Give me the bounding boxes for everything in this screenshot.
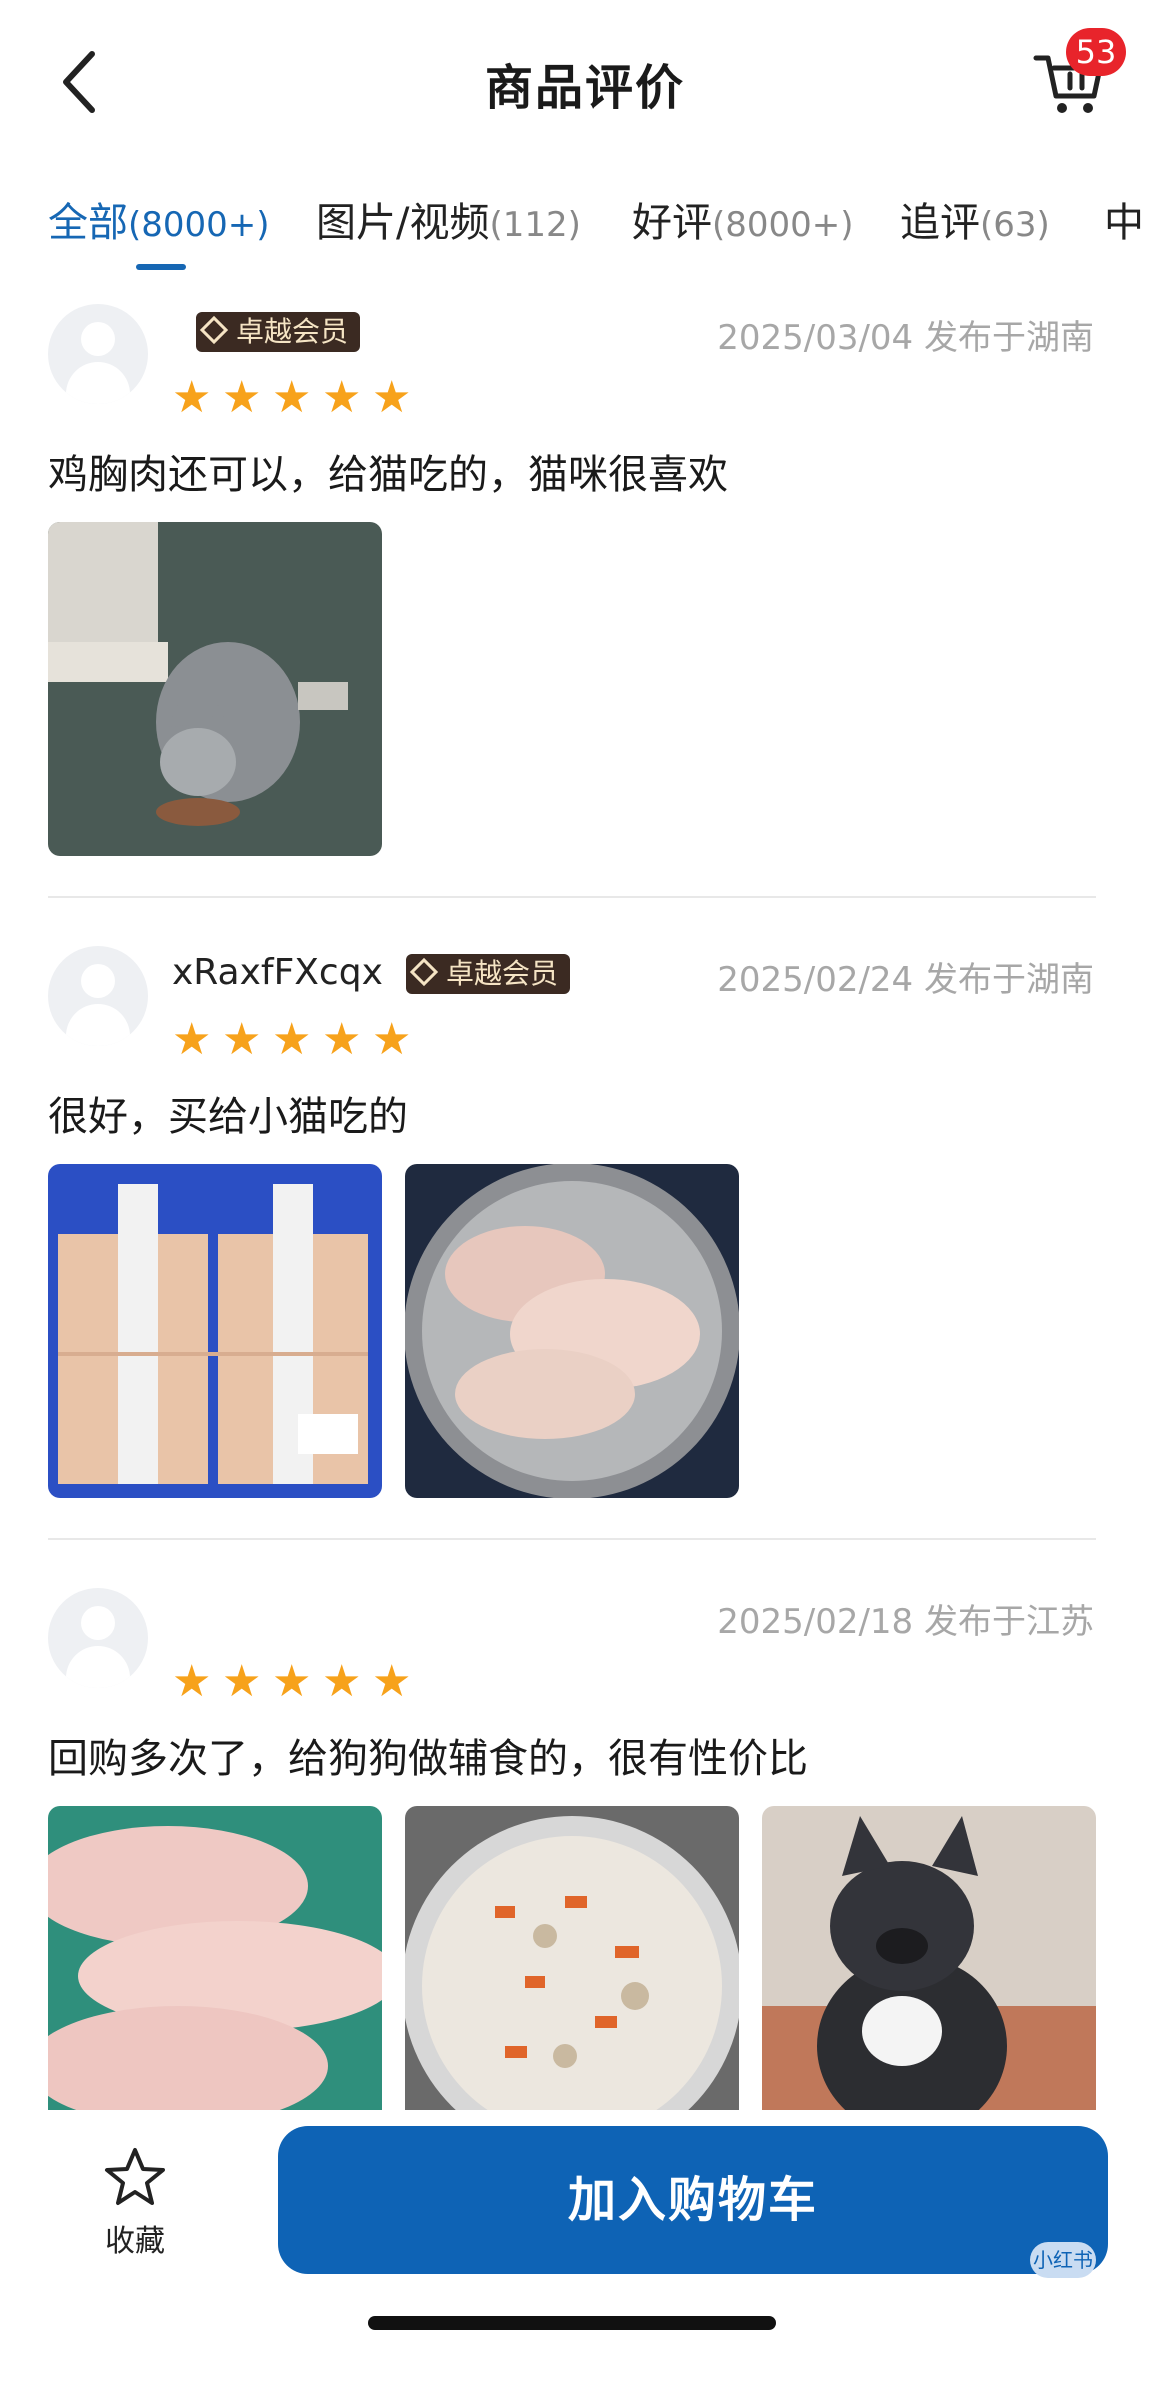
star-icon: ★ — [372, 372, 412, 423]
tab-label: 好评 — [632, 200, 712, 246]
review-date-location: 2025/02/24 发布于湖南 — [717, 960, 1094, 1000]
tab-label: 图片/视频 — [316, 200, 490, 246]
raw-chicken-slices-photo[interactable] — [48, 1806, 382, 2140]
review-date-location: 2025/03/04 发布于湖南 — [717, 318, 1094, 358]
french-bulldog-photo[interactable] — [762, 1806, 1096, 2140]
star-icon: ★ — [322, 1014, 362, 1065]
packaged-chicken-breast-photo[interactable] — [48, 1164, 382, 1498]
star-icon: ★ — [172, 1014, 212, 1065]
review-date-location: 2025/02/18 发布于江苏 — [717, 1602, 1094, 1642]
tab-count: (8000+) — [712, 205, 854, 245]
tab-all[interactable]: 全部(8000+) — [48, 190, 270, 248]
star-icon: ★ — [272, 1014, 312, 1065]
avatar[interactable] — [48, 304, 148, 404]
star-icon: ★ — [222, 1656, 262, 1707]
username: xRaxfFXcqx — [172, 952, 383, 993]
review-text: 鸡胸肉还可以，给猫吃的，猫咪很喜欢 — [48, 452, 728, 498]
tab-count: (63) — [980, 205, 1050, 245]
star-icon: ★ — [222, 1014, 262, 1065]
cat-eating-photo[interactable] — [48, 522, 382, 856]
divider — [48, 1538, 1096, 1540]
star-icon: ★ — [272, 372, 312, 423]
avatar[interactable] — [48, 1588, 148, 1688]
home-indicator — [368, 2316, 776, 2330]
tab-label: 中 — [1104, 200, 1144, 246]
tab-follow-up[interactable]: 追评(63) — [900, 190, 1050, 248]
tab-photos-videos[interactable]: 图片/视频(112) — [316, 190, 581, 248]
rating-stars: ★ ★ ★ ★ ★ — [172, 376, 422, 420]
member-badge: 卓越会员 — [196, 312, 361, 352]
tab-label: 全部 — [48, 200, 128, 246]
diamond-icon — [409, 957, 439, 987]
bottom-action-bar: 收藏 加入购物车 小红书 — [0, 2110, 1170, 2406]
review-text: 回购多次了，给狗狗做辅食的，很有性价比 — [48, 1736, 808, 1782]
star-icon: ★ — [372, 1656, 412, 1707]
diamond-icon — [199, 315, 229, 345]
header: 商品评价 53 — [0, 0, 1170, 170]
chicken-breast-bowl-photo[interactable] — [405, 1164, 739, 1498]
member-badge-label: 卓越会员 — [236, 315, 349, 348]
add-to-cart-button[interactable]: 加入购物车 — [278, 2126, 1108, 2274]
divider — [48, 896, 1096, 898]
rating-stars: ★ ★ ★ ★ ★ — [172, 1018, 422, 1062]
page-title: 商品评价 — [484, 60, 685, 116]
star-icon: ★ — [172, 372, 212, 423]
dog-food-bowl-photo[interactable] — [405, 1806, 739, 2140]
watermark-logo: 小红书 — [1030, 2242, 1096, 2278]
review-text: 很好，买给小猫吃的 — [48, 1094, 408, 1140]
star-icon: ★ — [372, 1014, 412, 1065]
member-badge-label: 卓越会员 — [446, 957, 559, 990]
tab-positive[interactable]: 好评(8000+) — [632, 190, 854, 248]
member-badge: 卓越会员 — [406, 954, 571, 994]
tab-count: (8000+) — [128, 205, 270, 245]
rating-stars: ★ ★ ★ ★ ★ — [172, 1660, 422, 1704]
star-icon: ★ — [322, 1656, 362, 1707]
star-icon: ★ — [172, 1656, 212, 1707]
star-icon: ★ — [322, 372, 362, 423]
cart-count-badge: 53 — [1066, 28, 1126, 76]
tab-neutral[interactable]: 中 — [1104, 190, 1144, 248]
favorite-button[interactable]: 收藏 — [80, 2146, 190, 2260]
star-outline-icon — [105, 2148, 165, 2205]
active-tab-indicator — [136, 264, 186, 270]
star-icon: ★ — [272, 1656, 312, 1707]
tab-count: (112) — [489, 205, 581, 245]
avatar[interactable] — [48, 946, 148, 1046]
tab-label: 追评 — [900, 200, 980, 246]
star-icon: ★ — [222, 372, 262, 423]
favorite-label: 收藏 — [105, 2224, 165, 2259]
